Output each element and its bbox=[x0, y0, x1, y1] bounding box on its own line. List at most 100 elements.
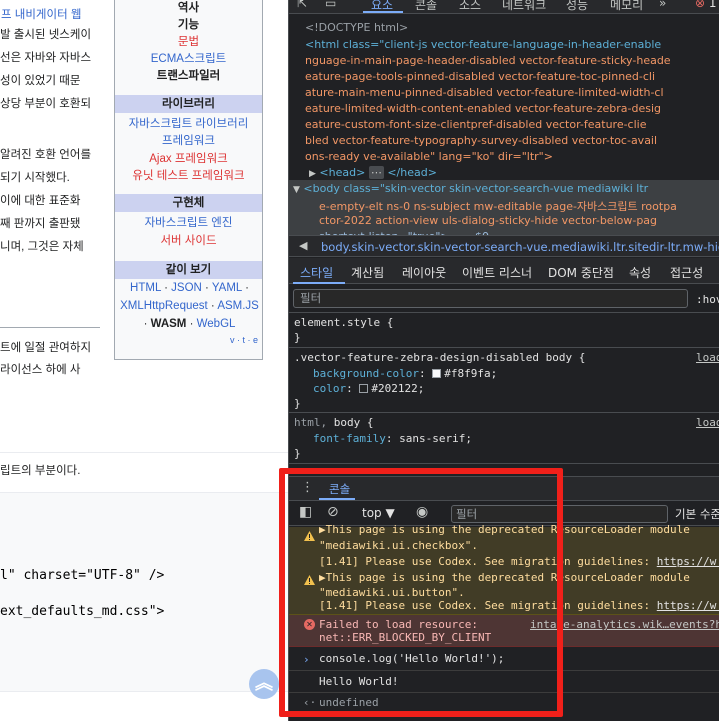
dom-breadcrumb: ◀ body.skin-vector.skin-vector-search-vu… bbox=[289, 235, 719, 257]
css-property: background-color bbox=[313, 367, 419, 380]
active-subtab-indicator bbox=[293, 282, 345, 284]
selector-part: body bbox=[333, 416, 361, 429]
ellipsis-icon[interactable]: ⋯ bbox=[368, 166, 384, 179]
styles-sub-tabs: 스타일 계산됨 레이아웃 이벤트 리스너 DOM 중단점 속성 접근성 bbox=[289, 258, 719, 284]
infobox-link-transpiler[interactable]: 트랜스파일러 bbox=[115, 67, 262, 83]
dom-head-node[interactable]: ▶ <head> ⋯ </head> bbox=[309, 166, 437, 179]
subtab-event-listeners[interactable]: 이벤트 리스너 bbox=[462, 264, 532, 281]
infobox-features[interactable]: 기능 bbox=[115, 16, 262, 32]
infobox-link-framework[interactable]: 프레임워크 bbox=[115, 132, 262, 148]
inspect-element-icon[interactable]: ⇱ bbox=[297, 0, 307, 10]
style-rule-close: } bbox=[294, 447, 301, 460]
breadcrumb-left-arrow-icon[interactable]: ◀ bbox=[299, 239, 307, 252]
code-line: l" charset="UTF-8" /> bbox=[0, 568, 165, 583]
code-line: ext_defaults_md.css"> bbox=[0, 604, 165, 619]
separator: · bbox=[207, 300, 218, 312]
color-swatch[interactable] bbox=[359, 384, 369, 393]
style-rule-selector[interactable]: .vector-feature-zebra-design-disabled bo… bbox=[294, 351, 585, 364]
article-text-line: 성이 있었기 때문 bbox=[0, 75, 81, 87]
separator: · bbox=[186, 318, 197, 330]
error-count-badge[interactable]: ⊗ 1 bbox=[695, 0, 717, 10]
selector-part: html, bbox=[294, 416, 334, 429]
infobox-heading-libraries: 라이브러리 bbox=[115, 95, 262, 113]
infobox-link-server-side[interactable]: 서버 사이드 bbox=[115, 232, 262, 248]
dom-html-class-line: ature-main-menu-pinned-disabled vector-f… bbox=[305, 86, 664, 99]
style-rule-element[interactable]: element.style { bbox=[294, 316, 393, 329]
see-also-webgl[interactable]: WebGL bbox=[197, 318, 236, 330]
tab-network[interactable]: 네트워크 bbox=[502, 0, 546, 13]
style-source-link[interactable]: load bbox=[696, 351, 719, 364]
tab-sources[interactable]: 소스 bbox=[459, 0, 481, 13]
style-rule-divider bbox=[289, 463, 719, 464]
tab-console[interactable]: 콘솔 bbox=[415, 0, 437, 13]
scroll-to-top-button[interactable]: ︽ bbox=[249, 669, 279, 699]
infobox-link-unit-test-framework[interactable]: 유닛 테스트 프레임워크 bbox=[115, 167, 262, 183]
dom-body-node[interactable]: ▼ <body class="skin-vector skin-vector-s… bbox=[293, 182, 648, 195]
dom-body-class-line: e-empty-elt ns-0 ns-subject mw-editable … bbox=[319, 200, 677, 213]
device-toolbar-icon[interactable]: ▭ bbox=[325, 0, 336, 10]
css-value: sans-serif; bbox=[399, 432, 472, 445]
css-property: color bbox=[313, 382, 347, 395]
see-also-html[interactable]: HTML bbox=[130, 282, 161, 294]
subtab-properties[interactable]: 속성 bbox=[629, 264, 651, 281]
tab-memory[interactable]: 메모리 bbox=[610, 0, 643, 13]
expand-triangle-icon[interactable]: ▶ bbox=[309, 169, 316, 179]
dom-html-class-line: eature-page-tools-pinned-disabled vector… bbox=[305, 70, 656, 83]
double-chevron-up-icon: ︽ bbox=[255, 673, 273, 693]
wiki-page: 프 내비게이터 웹 발 출시된 넷스케이 선은 자바와 자바스 성이 있었기 때… bbox=[0, 0, 290, 721]
see-also-json[interactable]: JSON bbox=[171, 282, 202, 294]
body-open-tag: <body class="skin-vector skin-vector-sea… bbox=[303, 182, 649, 195]
more-tabs-icon[interactable]: » bbox=[659, 0, 666, 10]
section-divider bbox=[0, 452, 290, 453]
subtab-computed[interactable]: 계산됨 bbox=[351, 264, 384, 281]
dom-tree: <!DOCTYPE html> <html class="client-js v… bbox=[289, 15, 719, 248]
dom-html-node[interactable]: <html class="client-js vector-feature-la… bbox=[305, 38, 661, 51]
infobox-heading-implementation: 구현체 bbox=[115, 194, 262, 212]
style-rule-selector[interactable]: html, body { bbox=[294, 416, 374, 429]
article-text-line: 라이선스 하에 사 bbox=[0, 364, 81, 376]
article-text-line: 이에 대한 표준화 bbox=[0, 195, 81, 207]
article-text-line: 되기 시작했다. bbox=[0, 172, 70, 184]
dom-html-class-line: ons-ready ve-available" lang="ko" dir="l… bbox=[305, 150, 553, 163]
infobox-link-js-engine[interactable]: 자바스크립트 엔진 bbox=[115, 214, 262, 230]
see-also-asmjs[interactable]: ASM.JS bbox=[217, 300, 259, 312]
subtab-styles[interactable]: 스타일 bbox=[300, 264, 333, 281]
subtab-accessibility[interactable]: 접근성 bbox=[670, 264, 703, 281]
see-also-xhr[interactable]: XMLHttpRequest bbox=[120, 300, 208, 312]
subtab-layout[interactable]: 레이아웃 bbox=[402, 264, 446, 281]
style-declaration[interactable]: font-family: sans-serif; bbox=[313, 432, 472, 445]
article-text-line: 상당 부분이 호환되 bbox=[0, 98, 92, 110]
separator: · bbox=[241, 282, 249, 294]
navbox-vte-links[interactable]: v · t · e bbox=[230, 335, 258, 345]
article-text-line[interactable]: 프 내비게이터 웹 bbox=[1, 6, 81, 22]
log-levels-dropdown[interactable]: 기본 수준 bbox=[675, 506, 719, 522]
dom-body-class-line: ctor-2022 action-view uls-dialog-sticky-… bbox=[319, 214, 658, 227]
infobox-link-grammar[interactable]: 문법 bbox=[115, 33, 262, 49]
style-rule-divider bbox=[289, 347, 719, 348]
infobox-link-js-library[interactable]: 자바스크립트 라이브러리 bbox=[115, 115, 262, 131]
error-count: 1 bbox=[708, 0, 717, 10]
hover-state-toggle[interactable]: :hov bbox=[696, 293, 719, 306]
infobox-heading-see-also: 같이 보기 bbox=[115, 261, 262, 279]
subtab-dom-breakpoints[interactable]: DOM 중단점 bbox=[548, 264, 614, 281]
migration-guide-link[interactable]: https://w. bbox=[657, 555, 719, 568]
infobox-link-ecmascript[interactable]: ECMA스크립트 bbox=[115, 50, 262, 66]
collapse-triangle-icon[interactable]: ▼ bbox=[293, 185, 300, 195]
breadcrumb-selected-node[interactable]: body.skin-vector.skin-vector-search-vue.… bbox=[321, 240, 719, 254]
section-divider bbox=[0, 327, 100, 328]
dom-doctype[interactable]: <!DOCTYPE html> bbox=[305, 21, 408, 34]
migration-guide-link[interactable]: https://w. bbox=[657, 599, 719, 612]
infobox-link-ajax-framework[interactable]: Ajax 프레임워크 bbox=[115, 150, 262, 166]
see-also-wasm: WASM bbox=[150, 318, 187, 330]
style-rule-close: } bbox=[294, 331, 301, 344]
color-swatch[interactable] bbox=[432, 369, 442, 378]
infobox-see-also-list: HTML · JSON · YAML · XMLHttpRequest · AS… bbox=[119, 279, 260, 333]
style-declaration[interactable]: color: #202122; bbox=[313, 382, 424, 395]
style-declaration[interactable]: background-color: #f8f9fa; bbox=[313, 367, 497, 380]
styles-filter-input[interactable]: 필터 bbox=[293, 289, 688, 308]
separator: · bbox=[160, 282, 172, 294]
see-also-yaml[interactable]: YAML bbox=[212, 282, 242, 294]
tab-performance[interactable]: 성능 bbox=[566, 0, 588, 13]
infobox-history[interactable]: 역사 bbox=[115, 0, 262, 15]
style-source-link[interactable]: load bbox=[696, 416, 719, 429]
